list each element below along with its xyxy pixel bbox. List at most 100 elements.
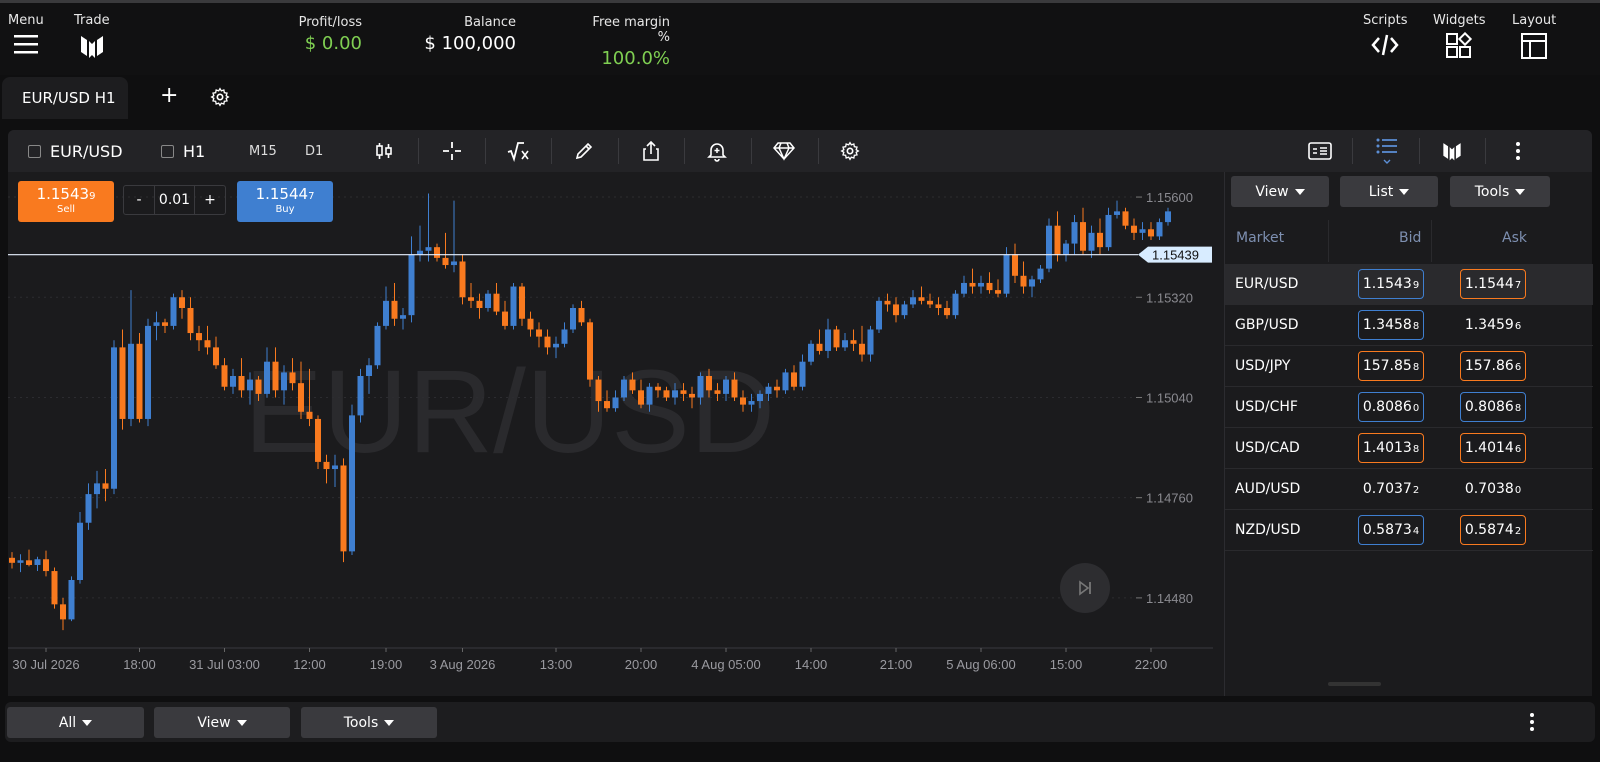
bottom-view-button[interactable]: View	[154, 707, 290, 738]
candle-body[interactable]	[94, 483, 100, 495]
premium-button[interactable]	[772, 130, 796, 172]
candle-body[interactable]	[740, 397, 746, 405]
candle-body[interactable]	[221, 365, 228, 387]
candle-body[interactable]	[230, 376, 236, 387]
bid-column-header[interactable]: Bid	[1399, 230, 1421, 246]
candle-body[interactable]	[9, 557, 15, 563]
candle-body[interactable]	[400, 315, 406, 319]
alert-button[interactable]	[707, 130, 727, 172]
market-row[interactable]: GBP/USD 1.3458 8 1.3459 6	[1225, 305, 1593, 346]
candle-body[interactable]	[306, 411, 313, 419]
ask-quote[interactable]: 1.4014 6	[1460, 433, 1526, 463]
tab-settings-button[interactable]	[210, 87, 230, 111]
market-row[interactable]: NZD/USD 0.5873 4 0.5874 2	[1225, 510, 1593, 551]
candle-body[interactable]	[544, 336, 551, 348]
timeframe-d1[interactable]: D1	[305, 130, 323, 172]
candle-body[interactable]	[1088, 232, 1095, 251]
quantity-stepper[interactable]: - 0.01 +	[123, 185, 226, 215]
candle-body[interactable]	[570, 308, 576, 330]
candle-body[interactable]	[1156, 222, 1163, 237]
candle-body[interactable]	[901, 304, 908, 316]
candle-body[interactable]	[17, 560, 24, 563]
panel-tools-button[interactable]: Tools	[1450, 176, 1550, 207]
candle-body[interactable]	[876, 300, 882, 330]
brand-widget-button[interactable]	[1441, 130, 1463, 172]
candle-body[interactable]	[238, 376, 245, 391]
candle-body[interactable]	[791, 372, 797, 387]
candle-body[interactable]	[612, 397, 619, 409]
candle-body[interactable]	[935, 304, 942, 308]
candle-body[interactable]	[833, 329, 840, 348]
candle-body[interactable]	[969, 282, 976, 287]
ask-quote[interactable]: 0.5874 2	[1460, 515, 1526, 545]
candle-body[interactable]	[162, 322, 168, 326]
candle-body[interactable]	[34, 559, 41, 565]
share-button[interactable]	[641, 130, 661, 172]
candle-body[interactable]	[672, 390, 678, 398]
market-row[interactable]: USD/CAD 1.4013 8 1.4014 6	[1225, 428, 1593, 469]
candle-body[interactable]	[213, 347, 219, 366]
candle-body[interactable]	[434, 247, 440, 258]
candle-body[interactable]	[638, 390, 644, 405]
panel-list-button[interactable]: List	[1340, 176, 1438, 207]
more-options-button[interactable]	[1515, 130, 1521, 172]
candle-body[interactable]	[408, 254, 415, 316]
candle-body[interactable]	[825, 329, 831, 351]
add-tab-button[interactable]: +	[160, 83, 178, 108]
candle-body[interactable]	[170, 297, 177, 326]
market-row[interactable]: EUR/USD 1.1543 9 1.1544 7	[1225, 264, 1593, 305]
candle-body[interactable]	[340, 465, 347, 552]
chart-type-button[interactable]	[374, 130, 394, 172]
drawing-button[interactable]	[574, 130, 594, 172]
candle-body[interactable]	[425, 247, 432, 251]
candle-body[interactable]	[1105, 214, 1112, 248]
candle-body[interactable]	[680, 390, 687, 394]
bid-quote[interactable]: 1.3458 8	[1358, 310, 1424, 340]
tab-eurusd-h1[interactable]: EUR/USD H1	[2, 77, 128, 119]
bid-quote[interactable]: 157.85 8	[1358, 351, 1424, 381]
bid-quote[interactable]: 0.5873 4	[1358, 515, 1424, 545]
candle-body[interactable]	[1020, 275, 1027, 287]
bid-quote[interactable]: 1.1543 9	[1358, 269, 1424, 299]
market-row[interactable]: USD/CHF 0.8086 0 0.8086 8	[1225, 387, 1593, 428]
candle-body[interactable]	[196, 333, 202, 341]
candle-body[interactable]	[604, 401, 610, 409]
candle-body[interactable]	[145, 325, 151, 419]
quantity-input[interactable]: 0.01	[155, 186, 195, 214]
candle-body[interactable]	[502, 311, 508, 326]
candle-body[interactable]	[927, 300, 933, 305]
candle-body[interactable]	[1139, 229, 1146, 233]
candle-body[interactable]	[561, 329, 568, 344]
ask-quote[interactable]: 1.1544 7	[1460, 269, 1526, 299]
candle-body[interactable]	[765, 386, 772, 394]
candle-body[interactable]	[204, 340, 211, 348]
candle-body[interactable]	[944, 308, 950, 316]
candle-body[interactable]	[179, 297, 185, 308]
candle-body[interactable]	[119, 347, 126, 419]
candle-body[interactable]	[757, 393, 763, 402]
candle-body[interactable]	[510, 286, 517, 326]
candle-body[interactable]	[842, 340, 848, 348]
bid-quote[interactable]: 0.8086 0	[1358, 392, 1424, 422]
candle-body[interactable]	[187, 308, 194, 334]
candle-body[interactable]	[1097, 232, 1103, 248]
candle-body[interactable]	[51, 571, 58, 605]
candle-body[interactable]	[136, 343, 143, 419]
candle-body[interactable]	[1063, 243, 1069, 255]
bid-quote[interactable]: 0.7037 2	[1358, 474, 1424, 504]
candle-body[interactable]	[952, 293, 959, 316]
candle-body[interactable]	[247, 379, 253, 391]
candle-body[interactable]	[442, 257, 449, 266]
symbol-selector[interactable]: EUR/USD	[28, 130, 123, 172]
timeframe-selector[interactable]: H1	[161, 130, 205, 172]
candle-body[interactable]	[102, 483, 109, 489]
candle-body[interactable]	[995, 290, 1001, 294]
quantity-increase-button[interactable]: +	[195, 186, 225, 214]
candle-body[interactable]	[1054, 225, 1061, 255]
price-chart[interactable]: EUR/USD 1.15600 1.15320 1.15040 1.14760 1.14…	[8, 172, 1220, 696]
ask-column-header[interactable]: Ask	[1502, 230, 1527, 246]
candle-body[interactable]	[774, 386, 780, 391]
sell-button[interactable]: 1.15439 Sell	[18, 181, 114, 222]
timeframe-m15[interactable]: M15	[249, 130, 277, 172]
candle-body[interactable]	[1046, 225, 1052, 269]
